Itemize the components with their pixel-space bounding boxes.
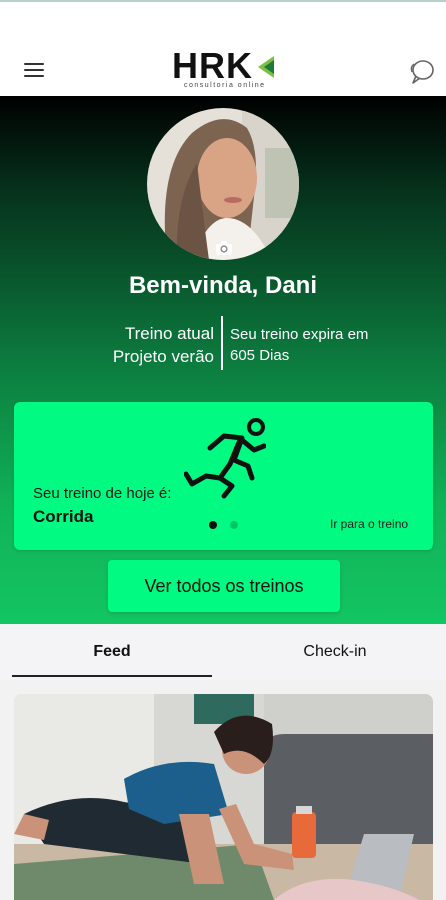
brand-logo: HRK consultoria online — [170, 46, 280, 94]
expiry-label: Seu treino expira em — [230, 326, 369, 343]
welcome-title: Bem-vinda, Dani — [128, 272, 318, 299]
menu-icon-line — [24, 69, 44, 71]
logo-text: HRK — [172, 45, 253, 86]
today-workout-label: Seu treino de hoje é: — [33, 485, 172, 502]
expiry-value: 605 Dias — [230, 347, 290, 364]
feed-post-image[interactable] — [14, 694, 433, 900]
chat-icon[interactable] — [408, 58, 436, 86]
app-bar: HRK consultoria online — [0, 2, 446, 96]
vertical-divider — [221, 316, 223, 370]
avatar[interactable] — [147, 108, 299, 260]
today-workout-name: Corrida — [33, 507, 94, 526]
current-training: Treino atual Projeto verão — [113, 322, 214, 368]
menu-icon-line — [24, 63, 44, 65]
workout-photo — [14, 694, 433, 900]
go-to-workout-link[interactable]: Ir para o treino — [330, 517, 408, 531]
camera-icon[interactable] — [214, 240, 234, 256]
tab-feed[interactable]: Feed — [12, 624, 212, 680]
tab-check-in[interactable]: Check-in — [235, 624, 435, 680]
carousel-dot-active[interactable] — [209, 521, 217, 529]
logo-arrow-icon — [258, 56, 274, 78]
carousel-dot[interactable] — [230, 521, 238, 529]
menu-button[interactable] — [22, 60, 48, 80]
view-all-trainings-button[interactable]: Ver todos os treinos — [108, 560, 340, 612]
running-person-icon — [184, 418, 266, 499]
training-expiry: Seu treino expira em 605 Dias — [230, 324, 368, 366]
logo-subtitle: consultoria online — [184, 82, 266, 89]
profile-hero: Bem-vinda, Dani Treino atual Projeto ver… — [0, 96, 446, 624]
menu-icon-line — [24, 75, 44, 77]
active-tab-indicator — [12, 675, 212, 677]
current-training-name: Projeto verão — [112, 347, 214, 366]
avatar-photo — [147, 108, 299, 260]
current-training-label: Treino atual — [124, 324, 214, 343]
tab-bar: Feed Check-in — [0, 624, 446, 680]
today-workout-card[interactable]: Seu treino de hoje é: Corrida Ir para o … — [14, 402, 433, 550]
